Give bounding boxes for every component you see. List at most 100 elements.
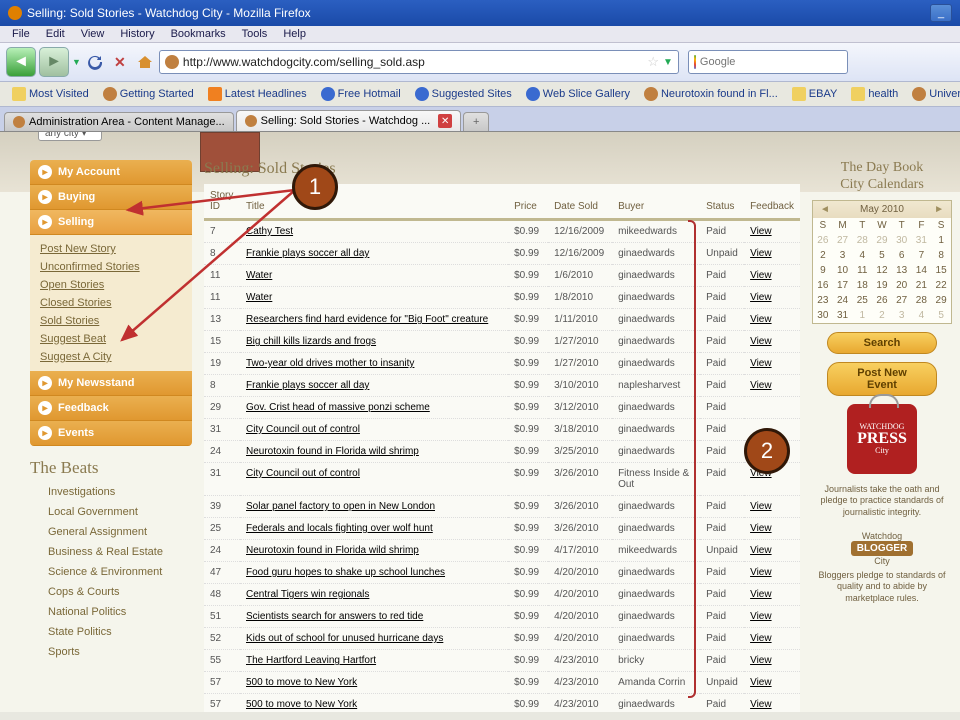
reload-button[interactable] [84,51,106,73]
beat-link[interactable]: National Politics [30,602,192,622]
sidebar-link[interactable]: Closed Stories [40,294,182,312]
view-link[interactable]: View [750,699,772,710]
bookmark-item[interactable]: Neurotoxin found in Fl... [638,85,784,103]
menu-bookmarks[interactable]: Bookmarks [163,26,234,42]
col-status[interactable]: Status [700,184,744,220]
menu-history[interactable]: History [112,26,162,42]
cal-day[interactable]: 18 [852,278,872,293]
sidebar-link[interactable]: Post New Story [40,240,182,258]
bookmark-item[interactable]: Getting Started [97,85,200,103]
menu-tools[interactable]: Tools [234,26,276,42]
story-link[interactable]: The Hartford Leaving Hartfort [246,655,376,666]
cal-day[interactable]: 30 [813,308,833,323]
story-link[interactable]: Frankie plays soccer all day [246,248,369,259]
story-link[interactable]: Big chill kills lizards and frogs [246,336,376,347]
story-link[interactable]: 500 to move to New York [246,699,357,710]
close-tab-icon[interactable]: ✕ [438,114,452,128]
press-badge[interactable]: WATCHDOG PRESS City [812,404,952,474]
cal-day[interactable]: 16 [813,278,833,293]
col-date[interactable]: Date Sold [548,184,612,220]
view-link[interactable]: View [750,567,772,578]
beat-link[interactable]: Cops & Courts [30,582,192,602]
view-link[interactable]: View [750,358,772,369]
story-link[interactable]: Kids out of school for unused hurricane … [246,633,443,644]
cal-day[interactable]: 2 [813,248,833,263]
cal-day[interactable]: 9 [813,263,833,278]
story-link[interactable]: Water [246,292,272,303]
search-bar[interactable] [688,50,848,74]
cal-day[interactable]: 28 [912,293,932,308]
story-link[interactable]: Neurotoxin found in Florida wild shrimp [246,545,419,556]
cal-day[interactable]: 26 [813,233,833,248]
bookmark-item[interactable]: Universal Terms of [906,85,960,103]
cal-day[interactable]: 21 [912,278,932,293]
cal-day[interactable]: 7 [912,248,932,263]
view-link[interactable]: View [750,633,772,644]
view-link[interactable]: View [750,523,772,534]
beat-link[interactable]: State Politics [30,622,192,642]
cal-day[interactable]: 6 [892,248,912,263]
cal-day[interactable]: 4 [852,248,872,263]
cal-day[interactable]: 1 [931,233,951,248]
story-link[interactable]: Two-year old drives mother to insanity [246,358,414,369]
search-input[interactable] [700,56,842,68]
col-buyer[interactable]: Buyer [612,184,700,220]
sidebar-head-buying[interactable]: ▸Buying [30,185,192,210]
story-link[interactable]: Gov. Crist head of massive ponzi scheme [246,402,430,413]
sidebar-head-feedback[interactable]: ▸Feedback [30,396,192,421]
cal-day[interactable]: 17 [833,278,853,293]
url-dropdown-icon[interactable]: ▼ [663,57,673,68]
story-link[interactable]: Frankie plays soccer all day [246,380,369,391]
story-link[interactable]: City Council out of control [246,424,360,435]
tab-admin[interactable]: Administration Area - Content Manage... [4,112,234,131]
cal-day[interactable]: 5 [931,308,951,323]
sidebar-link[interactable]: Sold Stories [40,312,182,330]
story-link[interactable]: Water [246,270,272,281]
story-link[interactable]: City Council out of control [246,468,360,479]
sidebar-link[interactable]: Suggest Beat [40,330,182,348]
cal-day[interactable]: 13 [892,263,912,278]
sidebar-link[interactable]: Unconfirmed Stories [40,258,182,276]
view-link[interactable]: View [750,248,772,259]
sidebar-head-events[interactable]: ▸Events [30,421,192,446]
blogger-badge[interactable]: Watchdog BLOGGER City [812,531,952,566]
cal-day[interactable]: 4 [912,308,932,323]
story-link[interactable]: Neurotoxin found in Florida wild shrimp [246,446,419,457]
cal-day[interactable]: 24 [833,293,853,308]
view-link[interactable]: View [750,677,772,688]
cal-day[interactable]: 5 [872,248,892,263]
view-link[interactable]: View [750,292,772,303]
new-tab-button[interactable]: + [463,112,489,131]
cal-day[interactable]: 8 [931,248,951,263]
story-link[interactable]: Federals and locals fighting over wolf h… [246,523,433,534]
story-link[interactable]: Cathy Test [246,226,293,237]
col-story-id[interactable]: Story ID [204,184,240,220]
col-feedback[interactable]: Feedback [744,184,800,220]
cal-day[interactable]: 15 [931,263,951,278]
cal-day[interactable]: 3 [892,308,912,323]
bookmark-item[interactable]: Latest Headlines [202,85,313,103]
cal-prev-icon[interactable]: ◄ [816,204,834,215]
story-link[interactable]: 500 to move to New York [246,677,357,688]
view-link[interactable]: View [750,589,772,600]
home-button[interactable] [134,51,156,73]
view-link[interactable]: View [750,501,772,512]
view-link[interactable]: View [750,270,772,281]
cal-day[interactable]: 12 [872,263,892,278]
beat-link[interactable]: Business & Real Estate [30,542,192,562]
cal-day[interactable]: 27 [892,293,912,308]
cal-day[interactable]: 31 [833,308,853,323]
cal-day[interactable]: 20 [892,278,912,293]
sidebar-link[interactable]: Suggest A City [40,348,182,366]
cal-day[interactable]: 2 [872,308,892,323]
forward-button[interactable]: ► [39,47,69,77]
cal-day[interactable]: 14 [912,263,932,278]
cal-day[interactable]: 27 [833,233,853,248]
back-button[interactable]: ◄ [6,47,36,77]
view-link[interactable]: View [750,611,772,622]
city-dropdown[interactable]: any city ▾ [38,132,102,141]
menu-edit[interactable]: Edit [38,26,73,42]
col-price[interactable]: Price [508,184,548,220]
beat-link[interactable]: Investigations [30,482,192,502]
cal-day[interactable]: 10 [833,263,853,278]
